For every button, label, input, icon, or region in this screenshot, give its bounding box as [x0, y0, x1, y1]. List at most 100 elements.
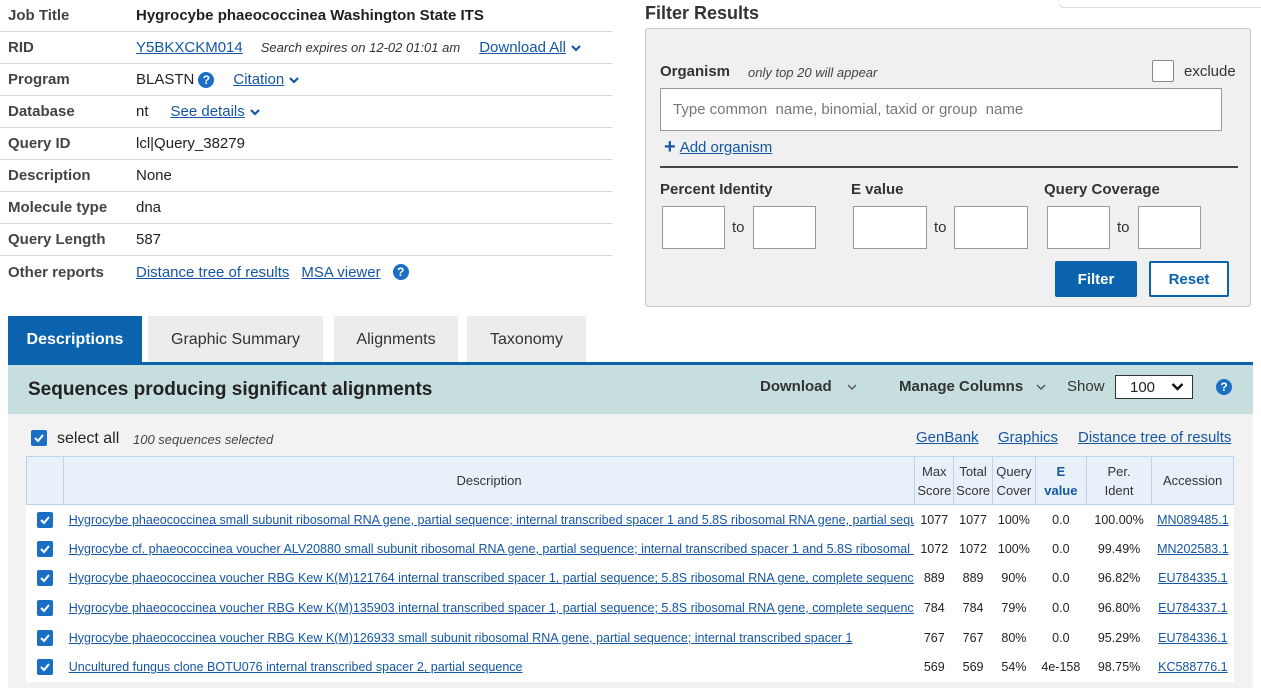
description-link[interactable]: Uncultured fungus clone BOTU076 internal… — [69, 660, 523, 674]
row-checkbox[interactable] — [36, 659, 53, 676]
accession-link[interactable]: KC588776.1 — [1158, 660, 1228, 674]
msa-viewer-link[interactable]: MSA viewer — [301, 264, 380, 281]
query-cover-cell: 100% — [997, 541, 1030, 556]
citation-link[interactable]: Citation — [233, 71, 284, 88]
percent-identity-min-input[interactable] — [662, 206, 725, 249]
other-reports-row: Other reports Distance tree of results M… — [0, 256, 612, 288]
select-all-checkbox[interactable] — [31, 430, 47, 446]
accession-cell: EU784335.1 — [1152, 564, 1234, 594]
help-icon[interactable]: ? — [392, 264, 409, 280]
add-organism[interactable]: + Add organism — [664, 136, 772, 159]
description-link[interactable]: Hygrocybe phaeococcinea voucher RBG Kew … — [69, 571, 915, 585]
row-checkbox[interactable] — [36, 600, 53, 617]
chevron-down-icon[interactable] — [288, 74, 300, 86]
row-checkbox[interactable] — [36, 629, 53, 646]
job-title-value: Hygrocybe phaeococcinea Washington State… — [136, 7, 484, 24]
organism-note: only top 20 will appear — [748, 65, 878, 80]
e-value-cell: 0.0 — [1052, 630, 1070, 645]
accession-link[interactable]: EU784337.1 — [1158, 601, 1228, 615]
row-checkbox[interactable] — [36, 511, 53, 528]
organism-input[interactable] — [660, 88, 1222, 131]
show-label: Show — [1067, 378, 1105, 395]
show-count-select[interactable]: 100 — [1115, 375, 1193, 399]
header-e-value[interactable]: Evalue — [1034, 456, 1087, 505]
graphics-link[interactable]: Graphics — [998, 429, 1058, 446]
tab-graphic-summary[interactable]: Graphic Summary — [148, 316, 323, 363]
total-score-cell: 569 — [962, 660, 984, 675]
accession-link[interactable]: MN089485.1 — [1157, 513, 1229, 527]
header-description[interactable]: Description — [62, 456, 916, 505]
molecule-type-value: dna — [136, 199, 162, 216]
description-link[interactable]: Hygrocybe cf. phaeococcinea voucher ALV2… — [69, 542, 915, 556]
description-link[interactable]: Hygrocybe phaeococcinea voucher RBG Kew … — [69, 631, 853, 645]
accession-link[interactable]: EU784335.1 — [1158, 571, 1228, 585]
rid-label: RID — [8, 39, 34, 56]
distance-tree-link[interactable]: Distance tree of results — [136, 264, 289, 281]
query-coverage-min-input[interactable] — [1047, 206, 1110, 249]
manage-columns-menu[interactable]: Manage Columns — [899, 378, 1047, 395]
filter-panel: Organism only top 20 will appear exclude… — [645, 28, 1251, 307]
row-checkbox[interactable] — [36, 570, 53, 587]
row-checkbox[interactable] — [36, 540, 53, 557]
download-all-link[interactable]: Download All — [479, 39, 566, 56]
header-max-score[interactable]: Max Score — [914, 456, 955, 505]
description-label: Description — [8, 167, 91, 184]
total-score-cell: 1077 — [959, 512, 987, 527]
description-value: None — [136, 167, 172, 184]
genbank-link[interactable]: GenBank — [916, 429, 979, 446]
results-section: Sequences producing significant alignmen… — [8, 365, 1253, 688]
help-icon[interactable]: ? — [198, 71, 215, 88]
accession-link[interactable]: MN202583.1 — [1157, 542, 1229, 556]
to-label: to — [732, 219, 745, 236]
chevron-down-icon[interactable] — [249, 106, 261, 118]
tab-alignments[interactable]: Alignments — [334, 316, 458, 363]
e-value-label: E value — [851, 181, 904, 198]
e-value-max-input[interactable] — [954, 206, 1028, 249]
see-details-link[interactable]: See details — [171, 103, 245, 120]
query-length-value: 587 — [136, 231, 162, 248]
query-cover-cell: 54% — [1001, 660, 1027, 675]
check-icon — [40, 634, 50, 643]
per-ident-cell: 98.75% — [1097, 660, 1141, 675]
e-value-min-input[interactable] — [853, 206, 927, 249]
accession-cell: EU784337.1 — [1152, 593, 1234, 623]
distance-tree-results-link[interactable]: Distance tree of results — [1078, 429, 1231, 446]
select-all-label: select all — [57, 430, 120, 447]
max-score-cell: 889 — [923, 571, 945, 586]
description-link[interactable]: Hygrocybe phaeococcinea small subunit ri… — [69, 513, 915, 527]
table-row: Hygrocybe phaeococcinea small subunit ri… — [27, 505, 1234, 535]
program-label: Program — [8, 71, 70, 88]
percent-identity-max-input[interactable] — [753, 206, 816, 249]
header-total-score[interactable]: Total Score — [953, 456, 993, 505]
search-expires: Search expires on 12-02 01:01 am — [260, 40, 461, 55]
chevron-down-icon[interactable] — [570, 42, 582, 54]
download-menu[interactable]: Download — [760, 378, 858, 395]
accession-link[interactable]: EU784336.1 — [1158, 631, 1228, 645]
query-coverage-max-input[interactable] — [1138, 206, 1201, 249]
rid-link[interactable]: Y5BKXCKM014 — [136, 39, 243, 56]
tab-descriptions[interactable]: Descriptions — [8, 316, 142, 363]
add-organism-link[interactable]: Add organism — [680, 139, 773, 156]
header-per-ident[interactable]: Per. Ident — [1085, 456, 1153, 505]
description-link[interactable]: Hygrocybe phaeococcinea voucher RBG Kew … — [69, 601, 915, 615]
download-label: Download — [760, 378, 832, 395]
exclude-checkbox[interactable] — [1152, 60, 1174, 82]
reset-button[interactable]: Reset — [1149, 261, 1229, 297]
results-table: Description Max Score Total Score Query Cov… — [26, 456, 1234, 683]
description-row: Description None — [0, 160, 612, 192]
check-icon — [40, 663, 50, 672]
header-accession[interactable]: Accession — [1151, 456, 1234, 505]
help-icon[interactable]: ? — [1216, 379, 1232, 395]
molecule-type-row: Molecule type dna — [0, 192, 612, 224]
row-checkbox-cell — [27, 652, 64, 682]
header-query-cover[interactable]: Query Cover — [991, 456, 1036, 505]
row-description-cell: Hygrocybe cf. phaeococcinea voucher ALV2… — [63, 534, 915, 564]
total-score-cell: 1072 — [959, 541, 987, 556]
e-value-cell: 4e-158 — [1041, 660, 1081, 675]
tab-taxonomy[interactable]: Taxonomy — [467, 316, 586, 363]
filter-button[interactable]: Filter — [1055, 261, 1137, 297]
database-row: Database nt See details — [0, 96, 612, 128]
accession-cell: KC588776.1 — [1152, 652, 1234, 682]
row-checkbox-cell — [27, 505, 64, 535]
query-cover-cell: 80% — [1001, 630, 1027, 645]
